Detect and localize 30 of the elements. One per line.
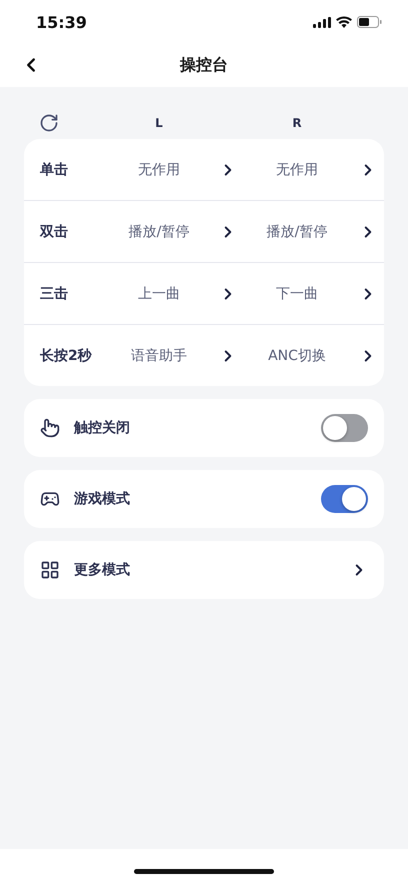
gesture-label: 双击 (38, 222, 69, 240)
status-time: 15:39 (36, 12, 87, 32)
setting-label: 更多模式 (74, 561, 131, 579)
right-action[interactable]: 播放/暂停 (266, 222, 328, 240)
right-action[interactable]: ANC切换 (268, 346, 326, 364)
page-title: 操控台 (180, 55, 228, 76)
toggle-switch[interactable] (321, 485, 368, 513)
right-action[interactable]: 下一曲 (276, 284, 318, 302)
left-action[interactable]: 语音助手 (131, 346, 187, 364)
left-action[interactable]: 播放/暂停 (128, 222, 190, 240)
gesture-label: 长按2秒 (39, 346, 93, 364)
signal-icon (313, 16, 331, 28)
hand-pointer-icon (40, 418, 60, 438)
grid-icon (40, 560, 60, 580)
setting-card[interactable]: 更多模式 (24, 541, 384, 599)
battery-icon (357, 16, 382, 28)
setting-label: 游戏模式 (74, 490, 131, 508)
left-action[interactable]: 无作用 (138, 160, 180, 178)
wifi-icon (336, 16, 352, 28)
setting-card[interactable]: 触控关闭 (24, 399, 384, 457)
gesture-label: 单击 (39, 160, 69, 178)
column-header: R (292, 116, 302, 130)
toggle-switch[interactable] (321, 414, 368, 442)
right-action[interactable]: 无作用 (276, 160, 318, 178)
gesture-label: 三击 (39, 284, 69, 302)
setting-label: 触控关闭 (74, 419, 131, 437)
column-header: L (155, 116, 163, 130)
setting-card[interactable]: 游戏模式 (24, 470, 384, 528)
left-action[interactable]: 上一曲 (138, 284, 180, 302)
refresh-button[interactable] (39, 113, 59, 133)
